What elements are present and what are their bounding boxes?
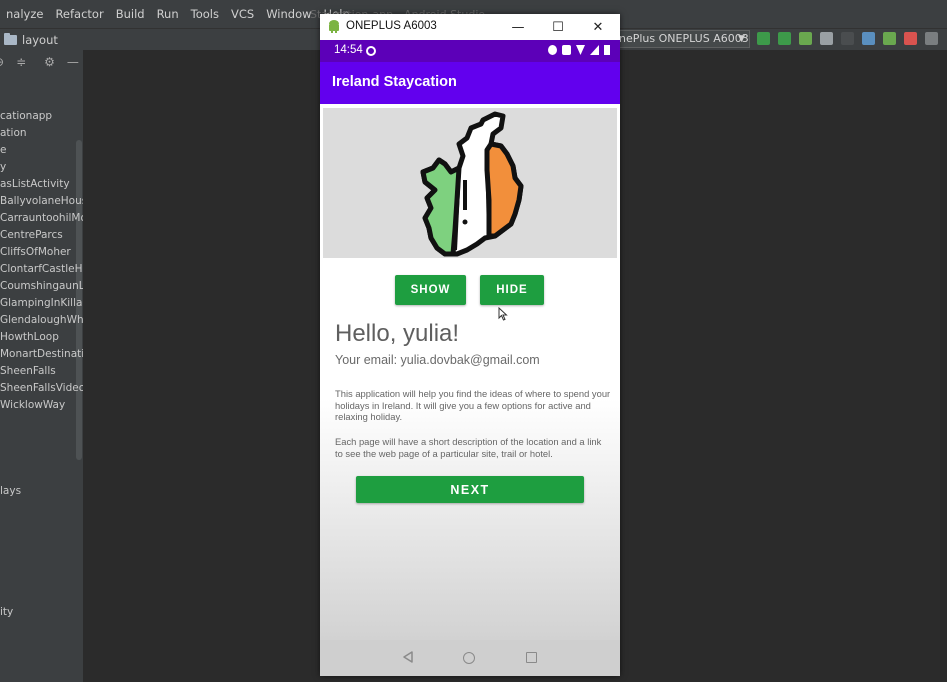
more-icon[interactable] [925,32,938,45]
chevron-down-icon: ▼ [738,34,745,44]
description-paragraph-2: Each page will have a short description … [335,436,602,459]
main-content: SHOW HIDE Hello, yulia! Your email: yuli… [320,104,620,640]
alarm-icon [548,45,557,55]
tree-item[interactable]: CarrauntoohilMou [0,212,83,224]
sync-icon [366,46,376,56]
tree-item[interactable]: HowthLoop [0,331,59,343]
tree-item[interactable]: asListActivity [0,178,70,190]
project-panel: ⊕ ≑ ⚙ — cationapp ation e y asListActivi… [0,50,84,682]
ide-toolbar-icons [757,32,938,45]
close-button[interactable]: ✕ [578,14,618,40]
tree-item[interactable]: SheenFallsVideoA [0,382,83,394]
emulator-window: ONEPLUS A6003 — ☐ ✕ 14:54 Ireland Stayca… [320,14,620,676]
menu-vcs[interactable]: VCS [225,7,260,21]
globe-icon[interactable]: ⊕ [0,55,4,69]
greeting-text: Hello, yulia! [335,320,460,347]
status-time: 14:54 [334,44,363,56]
system-navigation-bar [320,640,620,676]
hide-button[interactable]: HIDE [480,275,544,305]
app-bar: Ireland Staycation [320,62,620,104]
menu-build[interactable]: Build [110,7,151,21]
tree-item[interactable]: WicklowWay [0,399,65,411]
ireland-flag-map-icon [420,111,524,257]
tree-item[interactable]: GlendaloughWhite [0,314,83,326]
menu-tools[interactable]: Tools [185,7,225,21]
phone-screen: 14:54 Ireland Staycation SHOW HIDE Hello… [320,40,620,676]
apply-code-changes-icon[interactable] [778,32,791,45]
emulator-title: ONEPLUS A6003 [346,20,437,32]
show-button[interactable]: SHOW [395,275,466,305]
tree-item[interactable]: CliffsOfMoher [0,246,71,258]
attach-debugger-icon[interactable] [883,32,896,45]
collapse-all-icon[interactable]: ≑ [16,55,26,69]
device-selector-label: nePlus ONEPLUS A6003 [619,32,749,45]
wifi-icon [576,45,585,55]
profile-icon[interactable] [841,32,854,45]
project-panel-toolbar: ⊕ ≑ ⚙ — [0,50,83,74]
back-icon[interactable] [402,651,414,663]
profiler-gauge-icon[interactable] [862,32,875,45]
tree-item[interactable]: GlampingInKillarn [0,297,83,309]
folder-icon [4,32,17,45]
menu-run[interactable]: Run [151,7,185,21]
tree-item[interactable]: e [0,144,6,156]
tree-item[interactable]: y [0,161,6,173]
tree-item[interactable]: ClontarfCastleHote [0,263,83,275]
tree-item[interactable]: cationapp [0,110,52,122]
coverage-icon[interactable] [820,32,833,45]
tree-item[interactable]: lays [0,485,21,497]
emulator-titlebar[interactable]: ONEPLUS A6003 — ☐ ✕ [320,14,620,40]
tree-item[interactable]: ity [0,606,13,618]
tree-item[interactable]: SheenFalls [0,365,56,377]
maximize-button[interactable]: ☐ [538,14,578,40]
stop-icon[interactable] [904,32,917,45]
tree-item[interactable]: CoumshingaunLou [0,280,83,292]
description-paragraph-1: This application will help you find the … [335,388,611,422]
status-icons [548,45,610,55]
status-bar: 14:54 [320,40,620,62]
menu-analyze[interactable]: nalyze [0,7,49,21]
mouse-cursor-icon [498,307,508,321]
minimize-icon[interactable]: — [67,55,79,69]
minimize-button[interactable]: — [498,14,538,40]
ireland-map-image [323,108,617,258]
tree-item[interactable]: CentreParcs [0,229,63,241]
gear-icon[interactable]: ⚙ [44,55,55,69]
android-icon [329,20,339,33]
mute-icon [562,45,571,55]
device-selector[interactable]: nePlus ONEPLUS A6003 ▼ [612,30,750,48]
breadcrumb[interactable]: layout [22,33,58,47]
recents-icon[interactable] [526,652,537,663]
tree-item[interactable]: ation [0,127,27,139]
menu-refactor[interactable]: Refactor [49,7,109,21]
home-icon[interactable] [463,652,475,664]
app-title: Ireland Staycation [332,74,457,90]
menu-window[interactable]: Window [260,7,317,21]
next-button[interactable]: NEXT [356,476,584,503]
apply-changes-icon[interactable] [757,32,770,45]
debug-icon[interactable] [799,32,812,45]
email-text: Your email: yulia.dovbak@gmail.com [335,353,540,367]
tree-item[interactable]: MonartDestination [0,348,83,360]
signal-icon [590,45,599,55]
tree-item[interactable]: BallyvolaneHouse [0,195,83,207]
battery-icon [604,45,610,55]
